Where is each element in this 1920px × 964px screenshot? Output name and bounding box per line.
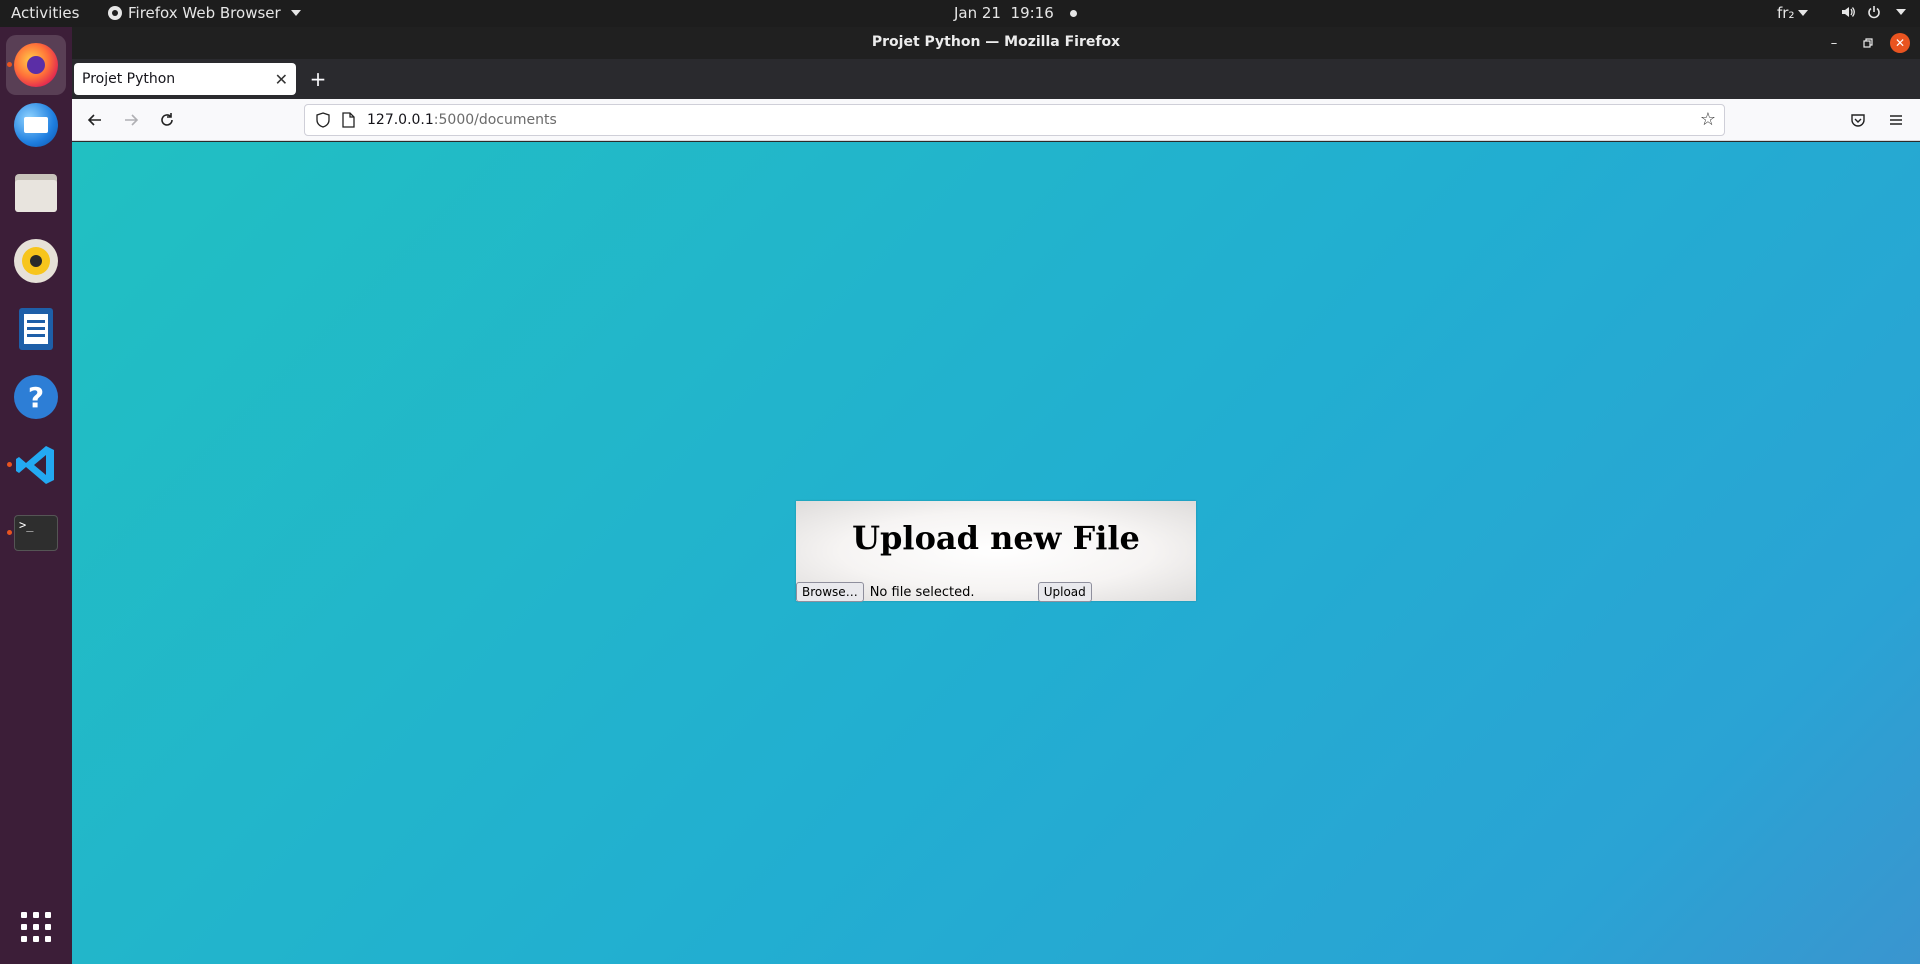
chevron-down-icon <box>1896 9 1906 15</box>
forward-button[interactable] <box>119 108 143 132</box>
bookmark-star-icon[interactable]: ☆ <box>1700 109 1716 130</box>
upload-button[interactable]: Upload <box>1037 582 1092 602</box>
tab-strip: Projet Python ✕ + <box>72 59 1920 99</box>
url-text: 127.0.0.1:5000/documents <box>367 112 557 128</box>
window-titlebar[interactable]: Projet Python — Mozilla Firefox – ✕ <box>72 27 1920 59</box>
firefox-window: Projet Python — Mozilla Firefox – ✕ Proj… <box>72 27 1920 964</box>
tab-title: Projet Python <box>82 71 176 87</box>
gnome-top-bar: Activities Firefox Web Browser Jan 21 19… <box>0 0 1920 27</box>
dock-item-writer[interactable] <box>6 299 66 359</box>
page-content: Upload new File Browse… No file selected… <box>72 142 1920 964</box>
dock-item-vscode[interactable] <box>6 435 66 495</box>
url-path: :5000/documents <box>433 112 557 128</box>
app-menu-button[interactable] <box>1884 108 1908 132</box>
file-input-row: Browse… No file selected. Upload <box>796 582 1196 602</box>
hamburger-menu-icon <box>1890 115 1902 125</box>
dock-item-thunderbird[interactable] <box>6 95 66 155</box>
chevron-down-icon <box>290 10 301 16</box>
page-info-icon[interactable] <box>341 112 355 128</box>
firefox-small-icon <box>108 6 122 20</box>
new-tab-button[interactable]: + <box>306 67 330 91</box>
pocket-icon <box>1851 114 1865 127</box>
clock[interactable]: Jan 21 19:16 <box>954 4 1077 22</box>
file-status-text: No file selected. <box>869 584 975 600</box>
window-title: Projet Python — Mozilla Firefox <box>871 34 1121 50</box>
minimize-button[interactable]: – <box>1824 33 1844 53</box>
chevron-down-icon <box>1798 10 1809 16</box>
thunderbird-icon <box>14 103 58 147</box>
dock-item-help[interactable]: ? <box>6 367 66 427</box>
back-button[interactable] <box>83 108 107 132</box>
arrow-right-icon <box>125 114 139 126</box>
clock-date-time: Jan 21 19:16 <box>954 4 1054 22</box>
reload-button[interactable] <box>155 108 179 132</box>
close-tab-icon[interactable]: ✕ <box>275 70 288 89</box>
dock-item-rhythmbox[interactable] <box>6 231 66 291</box>
system-tray[interactable] <box>1840 4 1906 20</box>
keyboard-layout-label: fr₂ <box>1777 4 1795 22</box>
reload-icon <box>161 113 173 126</box>
help-icon: ? <box>14 375 58 419</box>
vscode-icon <box>16 446 54 484</box>
power-icon <box>1868 6 1880 19</box>
notification-dot-icon <box>1069 9 1077 17</box>
browse-button[interactable]: Browse… <box>796 582 864 602</box>
keyboard-layout-indicator[interactable]: fr₂ <box>1777 4 1809 22</box>
arrow-left-icon <box>87 114 101 126</box>
navigation-toolbar: 127.0.0.1:5000/documents ☆ <box>72 99 1920 141</box>
terminal-glyph: >_ <box>19 518 34 532</box>
running-indicator <box>7 462 12 467</box>
url-bar[interactable]: 127.0.0.1:5000/documents ☆ <box>304 104 1725 136</box>
upload-form: Upload new File Browse… No file selected… <box>796 501 1196 602</box>
dock-item-firefox[interactable] <box>6 35 66 95</box>
help-glyph: ? <box>27 380 45 414</box>
restore-icon <box>1863 38 1873 48</box>
dock-item-terminal[interactable]: >_ <box>6 503 66 563</box>
shield-icon[interactable] <box>315 112 331 128</box>
url-host: 127.0.0.1 <box>367 112 434 128</box>
volume-icon <box>1842 7 1855 17</box>
tab-projet-python[interactable]: Projet Python ✕ <box>74 63 296 95</box>
app-menu-label: Firefox Web Browser <box>128 4 281 22</box>
upload-heading: Upload new File <box>852 519 1140 557</box>
app-menu[interactable]: Firefox Web Browser <box>108 4 301 22</box>
close-window-button[interactable]: ✕ <box>1890 33 1910 53</box>
dock-item-files[interactable] <box>6 163 66 223</box>
writer-icon <box>19 308 53 350</box>
terminal-icon: >_ <box>14 515 58 551</box>
dock: ? >_ <box>0 27 72 964</box>
clock-date: Jan 21 <box>954 4 1001 22</box>
rhythmbox-icon <box>14 239 58 283</box>
pocket-button[interactable] <box>1846 108 1870 132</box>
running-indicator <box>7 530 12 535</box>
files-icon <box>15 174 57 212</box>
show-applications-icon[interactable] <box>21 912 51 942</box>
running-indicator <box>7 62 12 67</box>
activities-button[interactable]: Activities <box>11 4 79 22</box>
maximize-button[interactable] <box>1858 33 1878 53</box>
firefox-icon <box>14 43 58 87</box>
clock-time: 19:16 <box>1010 4 1054 22</box>
